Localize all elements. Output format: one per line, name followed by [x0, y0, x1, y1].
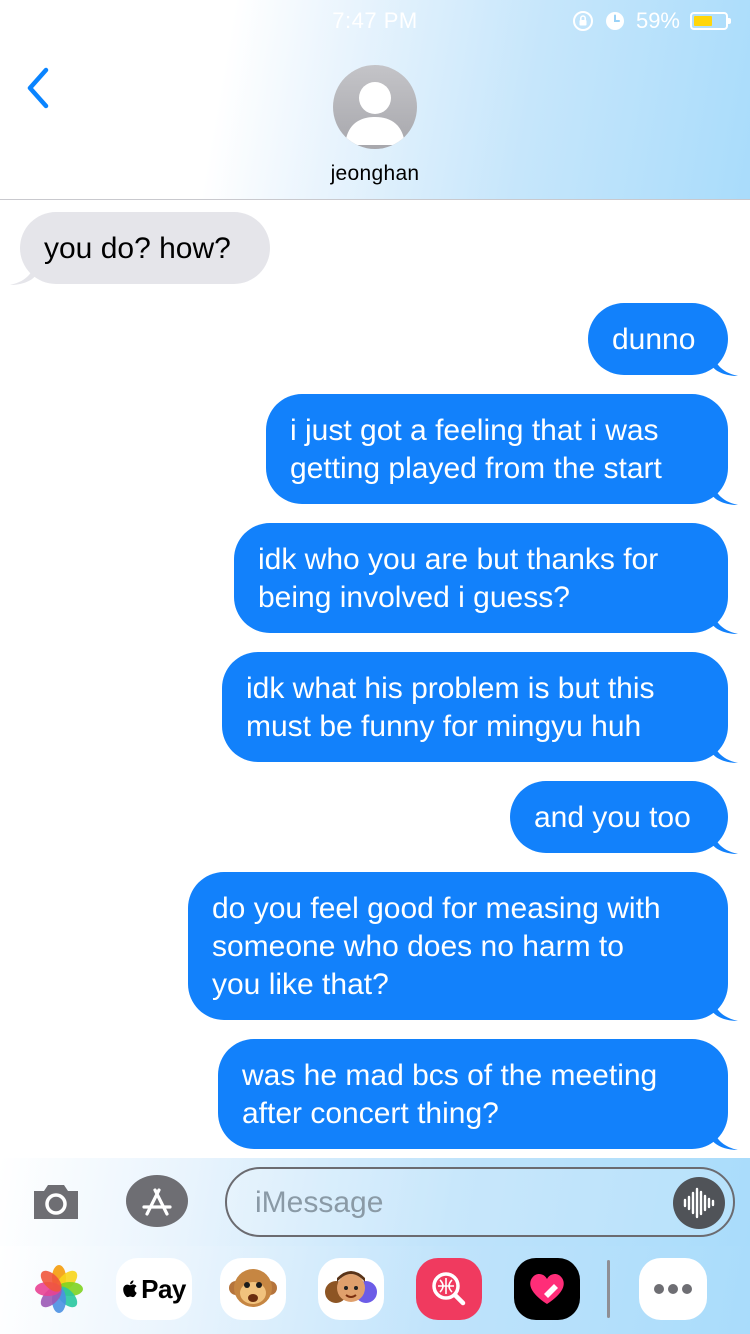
person-silhouette-icon: [345, 82, 405, 145]
message-text: idk what his problem is but this: [246, 672, 655, 705]
animoji-icon[interactable]: [220, 1258, 286, 1320]
battery-percent: 59%: [635, 8, 680, 33]
app-store-icon[interactable]: [125, 1174, 189, 1228]
message-field[interactable]: [225, 1167, 735, 1237]
bubble-tail: [712, 995, 738, 1021]
message-text: getting played from the start: [290, 452, 662, 485]
memoji-icon[interactable]: [318, 1258, 384, 1320]
contact-name[interactable]: jeonghan: [0, 162, 750, 186]
apple-pay-button[interactable]: Pay: [116, 1258, 192, 1320]
status-bar: 7:47 PM 59%: [0, 0, 750, 40]
avatar[interactable]: [333, 65, 417, 149]
message-text: and you too: [534, 801, 691, 834]
bubble-tail: [712, 1124, 738, 1150]
more-apps-icon[interactable]: [639, 1258, 707, 1320]
message-list: you do? how? dunno i just got a feeling …: [0, 200, 750, 1158]
apple-logo-icon: [123, 1280, 137, 1298]
back-button[interactable]: [24, 66, 54, 110]
message-bubble-outgoing[interactable]: idk what his problem is but this must be…: [222, 652, 738, 763]
message-input[interactable]: [255, 1181, 655, 1225]
bubble-tail: [712, 608, 738, 634]
message-bubble-outgoing[interactable]: idk who you are but thanks for being inv…: [234, 523, 738, 634]
message-text: i just got a feeling that i was: [290, 414, 659, 447]
photos-icon[interactable]: [30, 1258, 88, 1320]
bubble-tail: [10, 259, 36, 285]
search-images-icon[interactable]: [416, 1258, 482, 1320]
app-drawer: Pay: [0, 1246, 750, 1334]
message-text: dunno: [612, 323, 696, 356]
bubble-tail: [712, 828, 738, 854]
message-text: after concert thing?: [242, 1097, 499, 1130]
digital-touch-icon[interactable]: [514, 1258, 580, 1320]
audio-waveform-icon: [683, 1187, 715, 1219]
message-bubble-outgoing[interactable]: i just got a feeling that i was getting …: [266, 394, 738, 505]
message-text: do you feel good for measing with: [212, 892, 661, 925]
apple-pay-label: Pay: [141, 1273, 186, 1304]
app-drawer-divider: [607, 1260, 610, 1318]
battery-level: [694, 16, 712, 26]
audio-message-button[interactable]: [673, 1177, 725, 1229]
alarm-icon: [605, 12, 624, 30]
message-bubble-incoming[interactable]: you do? how?: [10, 212, 270, 285]
status-indicators: 59%: [572, 8, 731, 34]
message-text: must be funny for mingyu huh: [246, 710, 642, 743]
compose-bar: [0, 1158, 750, 1246]
camera-icon[interactable]: [30, 1175, 82, 1227]
message-bubble-outgoing[interactable]: and you too: [510, 781, 738, 854]
message-bubble-outgoing[interactable]: was he mad bcs of the meeting after conc…: [218, 1039, 738, 1150]
bubble-tail: [712, 479, 738, 505]
message-text: you do? how?: [44, 232, 231, 265]
conversation-header: 7:47 PM 59% jeonghan: [0, 0, 750, 200]
message-text: idk who you are but thanks for: [258, 543, 659, 576]
message-bubble-outgoing[interactable]: do you feel good for measing with someon…: [188, 872, 738, 1021]
message-text: being involved i guess?: [258, 581, 570, 614]
bubble-tail: [712, 350, 738, 376]
message-text: was he mad bcs of the meeting: [242, 1059, 658, 1092]
battery-icon: [690, 12, 731, 30]
bubble-tail: [712, 737, 738, 763]
message-text: you like that?: [212, 968, 389, 1001]
message-text: someone who does no harm to: [212, 930, 624, 963]
orientation-lock-icon: [572, 11, 593, 31]
message-bubble-outgoing[interactable]: dunno: [588, 303, 738, 376]
